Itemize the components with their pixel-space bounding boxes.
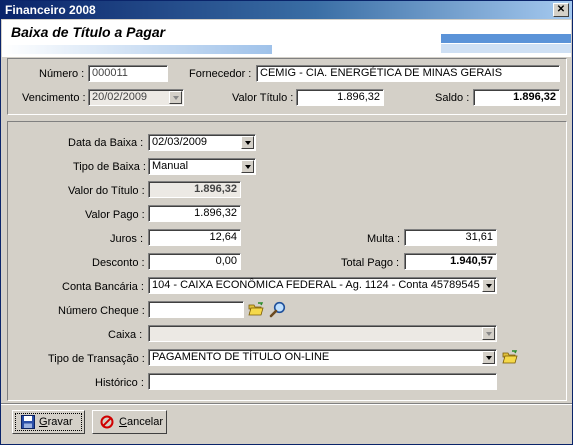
tipo-transacao-value: PAGAMENTO DE TÍTULO ON-LINE: [152, 351, 330, 363]
header-accent-bar: [441, 34, 571, 43]
numero-cheque-label: Número Cheque :: [58, 305, 145, 317]
tipo-baixa-label: Tipo de Baixa :: [73, 161, 146, 173]
folder-open-icon[interactable]: [248, 302, 264, 317]
magnifier-icon[interactable]: [269, 301, 287, 318]
saldo-label: Saldo :: [435, 92, 470, 104]
title-bar: Financeiro 2008 ✕: [1, 1, 572, 19]
close-icon: ✕: [556, 4, 566, 15]
tipo-baixa-value: Manual: [152, 160, 189, 172]
cancelar-button[interactable]: Cancelar: [92, 410, 167, 434]
page-title: Baixa de Título a Pagar: [11, 24, 166, 40]
historico-field[interactable]: [148, 373, 497, 390]
numero-cheque-field[interactable]: [148, 301, 244, 318]
total-pago-label: Total Pago :: [341, 257, 400, 269]
desconto-field[interactable]: 0,00: [148, 253, 241, 270]
chevron-down-icon[interactable]: [482, 351, 495, 364]
juros-label: Juros :: [110, 233, 144, 245]
close-button[interactable]: ✕: [553, 3, 569, 17]
vencimento-value: 20/02/2009: [92, 91, 148, 103]
total-pago-field: 1.940,57: [404, 253, 497, 270]
button-bar-divider: [1, 403, 572, 405]
folder-open-icon[interactable]: [502, 350, 518, 365]
tipo-transacao-label: Tipo de Transação :: [48, 353, 145, 365]
conta-bancaria-label: Conta Bancária :: [62, 281, 144, 293]
valor-pago-field[interactable]: 1.896,32: [148, 205, 241, 222]
window-title: Financeiro 2008: [5, 3, 96, 17]
chevron-down-icon[interactable]: [482, 279, 495, 292]
floppy-disk-icon: [21, 415, 35, 429]
chevron-down-icon: [482, 327, 495, 340]
tipo-transacao-dropdown[interactable]: PAGAMENTO DE TÍTULO ON-LINE: [148, 349, 497, 366]
chevron-down-icon[interactable]: [169, 91, 182, 104]
data-baixa-value: 02/03/2009: [152, 136, 208, 148]
vencimento-dropdown[interactable]: 20/02/2009: [88, 89, 184, 106]
juros-field[interactable]: 12,64: [148, 229, 241, 246]
gravar-button[interactable]: Gravar: [12, 410, 85, 434]
tipo-baixa-dropdown[interactable]: Manual: [148, 158, 256, 175]
numero-label: Número :: [39, 68, 85, 80]
multa-label: Multa :: [367, 233, 401, 245]
vencimento-label: Vencimento :: [22, 92, 86, 104]
saldo-field[interactable]: 1.896,32: [473, 89, 560, 106]
chevron-down-icon[interactable]: [241, 136, 254, 149]
valor-do-titulo-label: Valor do Título :: [68, 185, 145, 197]
data-baixa-label: Data da Baixa :: [68, 137, 144, 149]
data-baixa-dropdown[interactable]: 02/03/2009: [148, 134, 256, 151]
valor-do-titulo-field: 1.896,32: [148, 181, 241, 198]
multa-field[interactable]: 31,61: [404, 229, 497, 246]
header-gradient-bar: [2, 45, 272, 54]
gravar-label: Gravar: [39, 416, 73, 428]
header-banner: Baixa de Título a Pagar: [2, 20, 571, 57]
header-accent-bar-light: [441, 44, 571, 53]
desconto-label: Desconto :: [92, 257, 145, 269]
cancel-icon: [100, 415, 114, 429]
valor-pago-label: Valor Pago :: [85, 209, 145, 221]
cancelar-label: Cancelar: [119, 416, 164, 428]
valor-titulo-label: Valor Título :: [232, 92, 294, 104]
chevron-down-icon[interactable]: [241, 160, 254, 173]
conta-bancaria-value: 104 - CAIXA ECONÔMICA FEDERAL - Ag. 1124…: [152, 279, 480, 291]
historico-label: Histórico :: [95, 377, 144, 389]
numero-field[interactable]: 000011: [88, 65, 168, 82]
valor-titulo-field[interactable]: 1.896,32: [296, 89, 384, 106]
fornecedor-label: Fornecedor :: [189, 68, 252, 80]
main-window: Financeiro 2008 ✕ Baixa de Título a Paga…: [0, 0, 573, 445]
caixa-label: Caixa :: [108, 329, 143, 341]
fornecedor-field[interactable]: CEMIG - CIA. ENERGÉTICA DE MINAS GERAIS: [256, 65, 560, 82]
conta-bancaria-dropdown[interactable]: 104 - CAIXA ECONÔMICA FEDERAL - Ag. 1124…: [148, 277, 497, 294]
caixa-dropdown: [148, 325, 497, 342]
